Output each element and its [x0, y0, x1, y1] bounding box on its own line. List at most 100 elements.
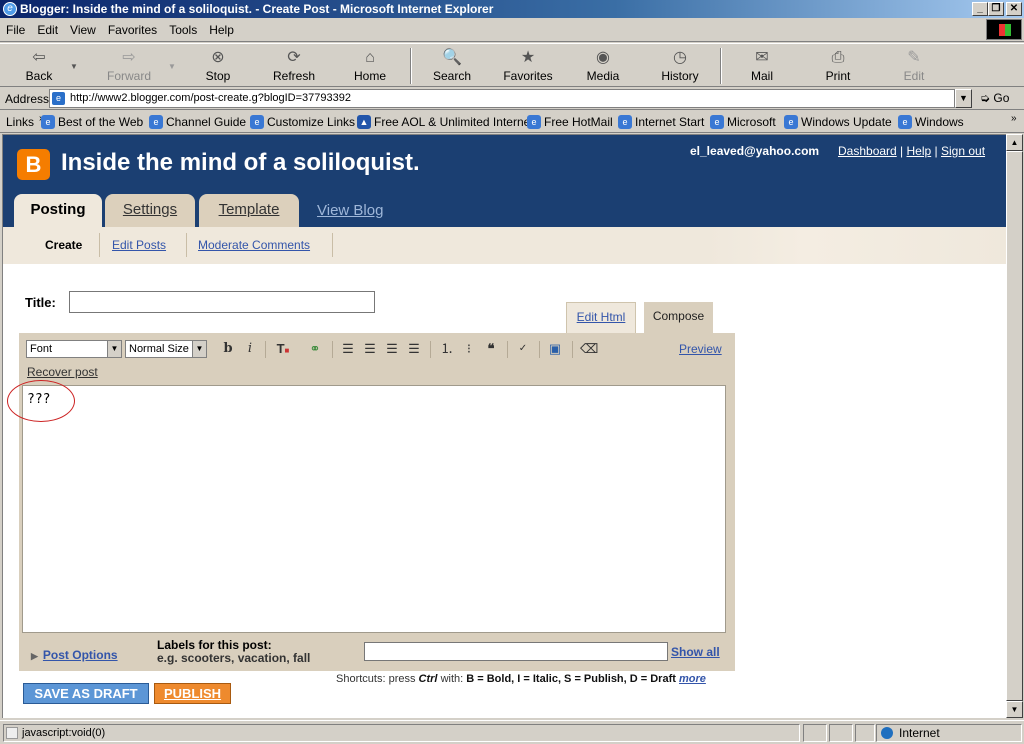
forward-dropdown[interactable]: ▼	[160, 46, 184, 86]
status-panel	[803, 724, 827, 742]
preview-link[interactable]: Preview	[679, 342, 722, 356]
post-editor: Font ▼ Normal Size ▼ b i T■ ⚭ ☰ ☰ ☰ ☰ ⒈ ⁝ …	[19, 333, 735, 671]
numbered-list-icon[interactable]: ⒈	[438, 341, 456, 357]
tab-edit-html[interactable]: Edit Html	[566, 302, 636, 333]
link-microsoft[interactable]: e Microsoft	[710, 115, 776, 129]
maximize-button[interactable]: ❐	[988, 2, 1004, 16]
edit-button[interactable]: ✎ Edit	[883, 46, 945, 86]
toolbar-divider	[410, 48, 412, 84]
tab-settings[interactable]: Settings	[105, 194, 195, 228]
home-button[interactable]: ⌂ Home	[339, 46, 401, 86]
eraser-icon[interactable]: ⌫	[580, 341, 598, 357]
back-arrow-icon: ⇦	[32, 49, 46, 66]
close-button[interactable]: ✕	[1006, 2, 1022, 16]
dashboard-link[interactable]: Dashboard	[838, 144, 897, 158]
image-icon[interactable]: ▣	[546, 341, 564, 357]
links-overflow-chevron-icon[interactable]: »	[1011, 113, 1017, 124]
link-channel-guide[interactable]: e Channel Guide	[149, 115, 246, 129]
link-internet-start[interactable]: e Internet Start	[618, 115, 704, 129]
dropdown-arrow-icon: ▼	[70, 62, 78, 71]
align-right-icon[interactable]: ☰	[383, 341, 401, 357]
spell-check-icon[interactable]: ✓	[514, 341, 532, 357]
menu-favorites[interactable]: Favorites	[102, 18, 163, 37]
show-all-link[interactable]: Show all	[671, 645, 720, 659]
links-bar: Links » eBest of the Web eChannel Guide …	[0, 111, 1024, 133]
tab-template[interactable]: Template	[199, 194, 299, 228]
status-bar: javascript:void(0) Internet	[0, 720, 1024, 744]
recover-post-link[interactable]: Recover post	[27, 365, 98, 379]
menu-view[interactable]: View	[64, 18, 102, 37]
ie-page-icon: e	[149, 115, 163, 129]
view-blog-link[interactable]: View Blog	[317, 202, 383, 219]
mail-button[interactable]: ✉ Mail	[731, 46, 793, 86]
vertical-scrollbar[interactable]: ▲ ▼	[1006, 134, 1023, 718]
post-body-textarea[interactable]: ???	[22, 385, 726, 633]
ie-page-icon: e	[618, 115, 632, 129]
post-title-input[interactable]	[69, 291, 375, 313]
back-button[interactable]: ⇦ Back	[8, 46, 70, 86]
link-windows-update[interactable]: e Windows Update	[784, 115, 892, 129]
forward-button[interactable]: ⇨ Forward	[98, 46, 160, 86]
justify-icon[interactable]: ☰	[405, 341, 423, 357]
title-label: Title:	[25, 295, 56, 310]
page-status-icon	[6, 727, 18, 739]
minimize-button[interactable]: _	[972, 2, 988, 16]
align-left-icon[interactable]: ☰	[339, 341, 357, 357]
menu-help[interactable]: Help	[203, 18, 240, 37]
history-button[interactable]: ◷ History	[649, 46, 711, 86]
triangle-right-icon: ▶	[31, 651, 38, 661]
link-icon[interactable]: ⚭	[306, 341, 324, 357]
scroll-up-icon[interactable]: ▲	[1006, 134, 1023, 151]
publish-button[interactable]: PUBLISH	[154, 683, 231, 704]
align-center-icon[interactable]: ☰	[361, 341, 379, 357]
menu-file[interactable]: File	[0, 18, 31, 37]
dropdown-arrow-icon: ▼	[192, 341, 206, 357]
sign-out-link[interactable]: Sign out	[941, 144, 985, 158]
address-bar: Address http://www2.blogger.com/post-cre…	[0, 88, 1024, 110]
go-button[interactable]: ➭ Go	[980, 91, 1009, 105]
post-options-toggle[interactable]: ▶ Post Options	[31, 648, 118, 662]
menu-edit[interactable]: Edit	[31, 18, 64, 37]
stop-button[interactable]: ⊗ Stop	[187, 46, 249, 86]
tab-posting[interactable]: Posting	[14, 194, 102, 229]
help-link[interactable]: Help	[907, 144, 932, 158]
toolbar-divider	[539, 341, 540, 358]
bulleted-list-icon[interactable]: ⁝	[460, 341, 478, 357]
printer-icon: ⎙	[831, 49, 845, 66]
scroll-thumb[interactable]	[1006, 151, 1023, 701]
italic-icon[interactable]: i	[241, 341, 259, 357]
text-color-icon[interactable]: T■	[274, 341, 292, 357]
subnav-moderate-comments[interactable]: Moderate Comments	[198, 238, 310, 252]
link-customize-links[interactable]: e Customize Links	[250, 115, 355, 129]
aol-icon: ▲	[357, 115, 371, 129]
labels-input[interactable]	[364, 642, 668, 661]
tab-compose[interactable]: Compose	[644, 302, 713, 334]
link-free-hotmail[interactable]: e Free HotMail	[527, 115, 613, 129]
menu-bar: File Edit View Favorites Tools Help	[0, 18, 1024, 42]
subnav-edit-posts[interactable]: Edit Posts	[112, 238, 166, 252]
link-free-aol[interactable]: ▲ Free AOL & Unlimited Internet	[357, 115, 534, 129]
font-size-select[interactable]: Normal Size ▼	[125, 340, 207, 358]
back-dropdown[interactable]: ▼	[62, 46, 86, 86]
save-as-draft-button[interactable]: SAVE AS DRAFT	[23, 683, 149, 704]
windows-logo-icon	[986, 19, 1022, 40]
address-dropdown[interactable]: ▼	[955, 89, 972, 108]
scroll-down-icon[interactable]: ▼	[1006, 701, 1023, 718]
subnav-create[interactable]: Create	[45, 238, 82, 252]
link-best-of-the-web[interactable]: e Best of the Web	[41, 115, 143, 129]
refresh-button[interactable]: ⟳ Refresh	[263, 46, 325, 86]
search-button[interactable]: 🔍 Search	[421, 46, 483, 86]
print-button[interactable]: ⎙ Print	[807, 46, 869, 86]
bold-icon[interactable]: b	[219, 341, 237, 357]
favorites-button[interactable]: ★ Favorites	[497, 46, 559, 86]
status-panel	[855, 724, 875, 742]
link-windows[interactable]: e Windows	[898, 115, 964, 129]
media-button[interactable]: ◉ Media	[572, 46, 634, 86]
toolbar-divider	[507, 341, 508, 358]
blogger-logo-icon[interactable]: B	[17, 149, 50, 180]
font-select[interactable]: Font ▼	[26, 340, 122, 358]
blockquote-icon[interactable]: ❝	[482, 341, 500, 357]
shortcuts-more-link[interactable]: more	[679, 673, 706, 685]
address-input[interactable]: http://www2.blogger.com/post-create.g?bl…	[49, 89, 955, 108]
menu-tools[interactable]: Tools	[163, 18, 203, 37]
